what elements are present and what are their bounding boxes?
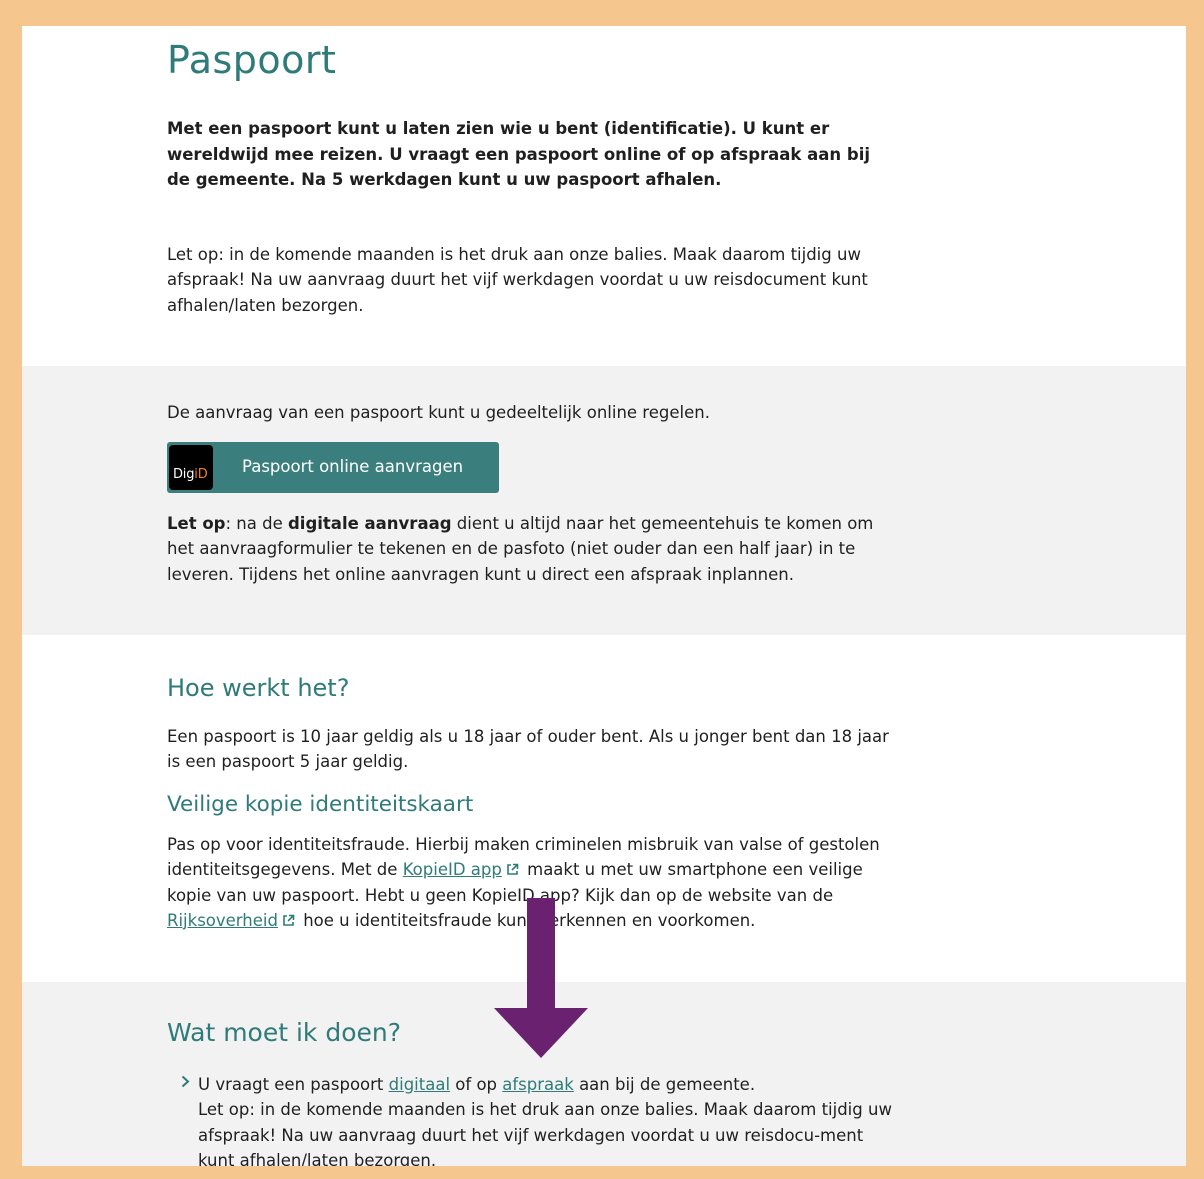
digitaal-link[interactable]: digitaal: [389, 1075, 450, 1094]
afspraak-link[interactable]: afspraak: [502, 1075, 574, 1094]
kopie-heading: Veilige kopie identiteitskaart: [167, 792, 474, 817]
how-heading: Hoe werkt het?: [167, 674, 350, 702]
online-note: Let op: na de digitale aanvraag dient u …: [167, 514, 874, 584]
todo-item-note: Let op: in de komende maanden is het dru…: [198, 1100, 892, 1166]
online-section: De aanvraag van een paspoort kunt u gede…: [22, 366, 1186, 635]
external-link-icon: [283, 914, 295, 926]
page-title: Paspoort: [167, 38, 337, 82]
intro-section: Paspoort Met een paspoort kunt u laten z…: [22, 26, 1186, 366]
how-section: Hoe werkt het? Een paspoort is 10 jaar g…: [22, 635, 1186, 982]
notice-text: Let op: in de komende maanden is het dru…: [167, 245, 868, 315]
digid-logo: DigiD: [169, 445, 213, 490]
intro-text: Met een paspoort kunt u laten zien wie u…: [167, 119, 871, 189]
page-frame: Paspoort Met een paspoort kunt u laten z…: [22, 26, 1186, 1166]
kopieid-link[interactable]: KopieID app: [403, 860, 502, 879]
external-link-icon: [507, 863, 519, 876]
digid-button-label: Paspoort online aanvragen: [242, 457, 464, 476]
online-intro-text: De aanvraag van een paspoort kunt u gede…: [167, 403, 710, 422]
chevron-right-icon: [181, 1075, 190, 1088]
rijksoverheid-link[interactable]: Rijksoverheid: [167, 911, 278, 930]
digid-apply-button[interactable]: DigiD Paspoort online aanvragen: [167, 442, 499, 493]
how-text: Een paspoort is 10 jaar geldig als u 18 …: [167, 727, 889, 772]
todo-item-text: U vraagt een paspoort digitaal of op afs…: [198, 1075, 756, 1094]
down-arrow-annotation: [494, 898, 588, 1058]
